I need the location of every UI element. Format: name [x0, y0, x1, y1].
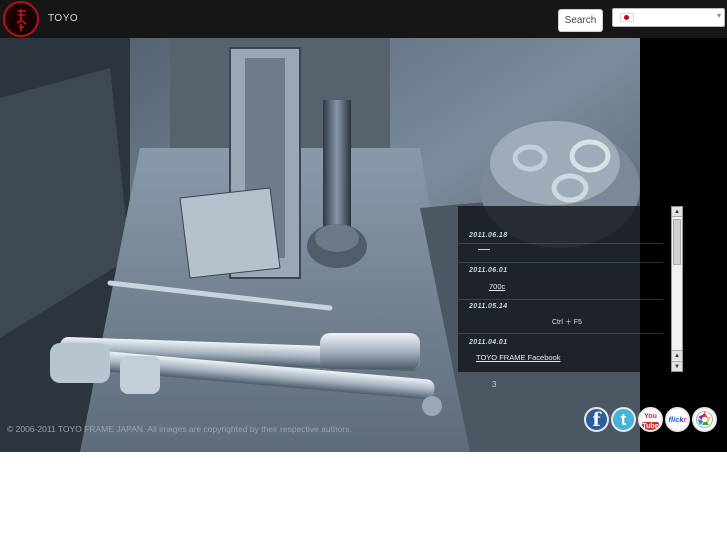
search-button[interactable]: Search: [558, 9, 603, 32]
news-link[interactable]: TOYO FRAME Facebook: [476, 353, 560, 362]
copyright-text: © 2006-2011 TOYO FRAME JAPAN. All images…: [7, 424, 352, 434]
news-link[interactable]: [478, 249, 490, 250]
reload-hint: Ctrl ＋ F5: [552, 319, 582, 326]
chevron-down-icon: ▾: [716, 11, 721, 20]
picasa-icon[interactable]: [692, 407, 717, 432]
news-date: 2011.04.01: [469, 339, 508, 346]
scroll-up-arrow-icon[interactable]: ▲: [672, 350, 682, 360]
twitter-glyph: t: [620, 410, 627, 429]
scroll-down-arrow-icon[interactable]: ▼: [672, 361, 682, 371]
twitter-icon[interactable]: t: [611, 407, 636, 432]
news-link[interactable]: 700c: [489, 282, 505, 291]
facebook-icon[interactable]: f: [584, 407, 609, 432]
youtube-label-bottom: Tube: [642, 422, 659, 430]
news-item: 2011.06.18: [458, 206, 663, 250]
photo-black-edge: [640, 38, 727, 452]
flickr-label-b: r: [683, 415, 687, 424]
news-date: 2011.06.18: [469, 232, 508, 239]
brand-name[interactable]: TOYO: [48, 13, 78, 24]
news-panel: 2011.06.18 2011.06.01 700c 2011.05.14 20…: [458, 206, 663, 372]
flickr-icon[interactable]: flickr: [665, 407, 690, 432]
facebook-glyph: f: [592, 409, 601, 431]
language-select[interactable]: ▾: [612, 8, 725, 27]
news-item: 2011.04.01 TOYO FRAME Facebook: [458, 334, 663, 372]
news-item: 2011.06.01 700c: [458, 262, 663, 300]
toyo-logo[interactable]: [3, 1, 39, 37]
news-scrollbar[interactable]: ▲ ▲ ▼: [671, 206, 683, 372]
flickr-label-a: flick: [668, 415, 684, 424]
picasa-glyph: [696, 411, 713, 428]
page-number[interactable]: 3: [492, 380, 496, 389]
news-date: 2011.05.14: [469, 303, 508, 310]
top-navigation-bar: TOYO Search ▾: [0, 0, 727, 38]
scrollbar-thumb[interactable]: [673, 219, 681, 265]
scroll-up-arrow-icon[interactable]: ▲: [672, 207, 682, 217]
hero-stage: TOYO Search ▾ 2011.06.18 2011.06.01 700c…: [0, 0, 727, 452]
japan-flag-icon: [620, 13, 634, 22]
news-date: 2011.06.01: [469, 267, 508, 274]
youtube-icon[interactable]: You Tube: [638, 407, 663, 432]
youtube-label-top: You: [644, 413, 657, 420]
